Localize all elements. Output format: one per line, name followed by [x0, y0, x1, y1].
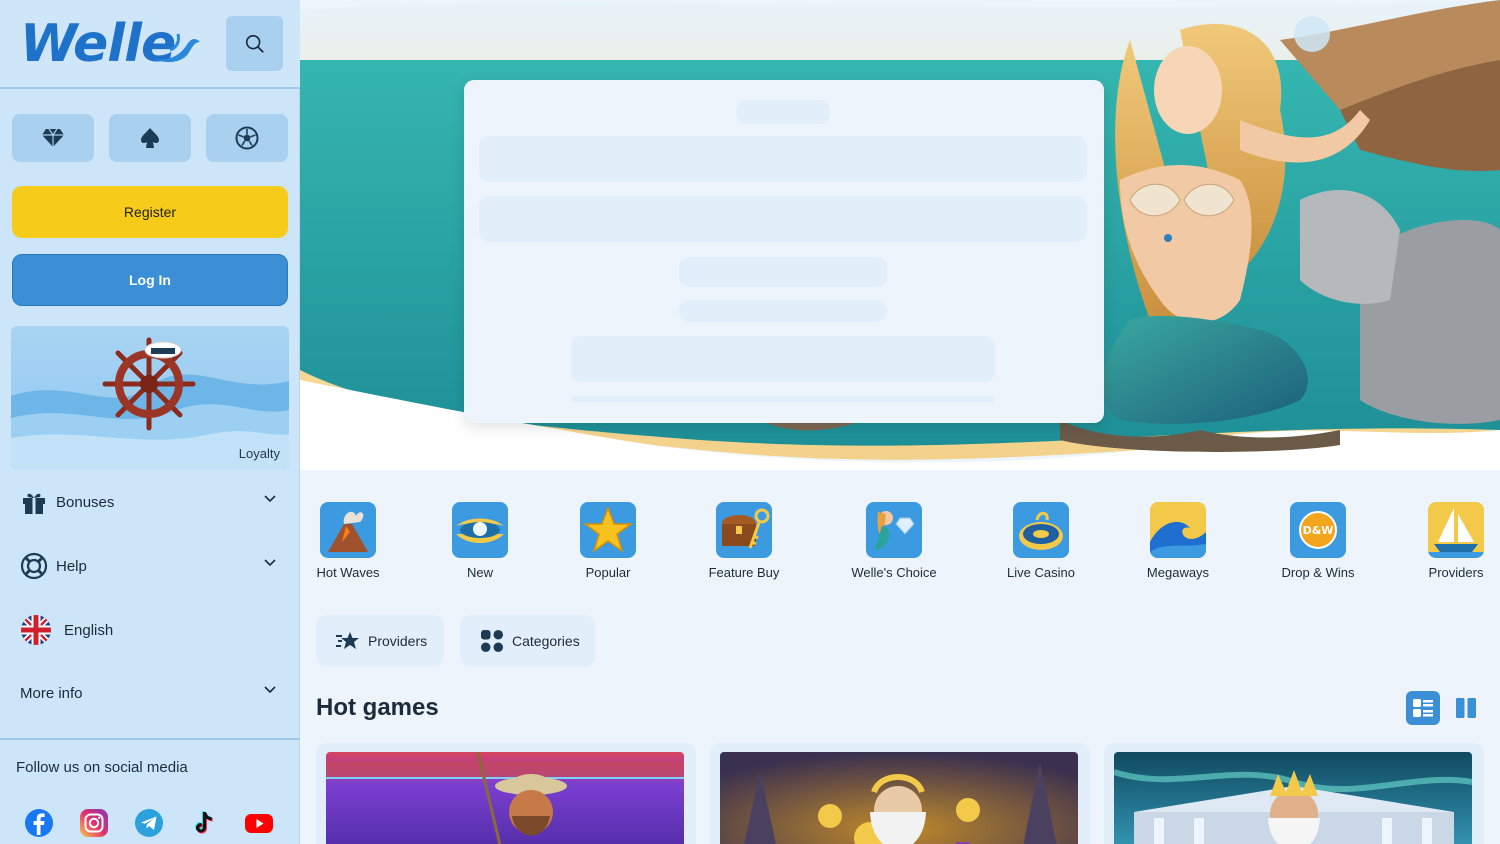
section-title: Hot games	[316, 694, 439, 721]
instagram-icon[interactable]	[79, 808, 109, 838]
skeleton-bar	[571, 336, 995, 382]
dw-badge-icon: D&W	[1290, 502, 1346, 558]
treasure-chest-icon	[716, 502, 772, 558]
mermaid-icon	[866, 502, 922, 558]
logo-wave-icon	[152, 33, 200, 63]
grid-view-toggle[interactable]	[1449, 691, 1483, 725]
category-hot-waves[interactable]: Hot Waves	[300, 502, 408, 580]
skeleton-bar	[736, 100, 830, 124]
logo-bar: Welle	[0, 0, 300, 89]
game-thumbnail	[1114, 752, 1472, 844]
loyalty-banner[interactable]: Loyalty	[11, 326, 289, 470]
menu-language-label: English	[64, 621, 114, 639]
search-icon	[245, 34, 264, 53]
facebook-icon[interactable]	[24, 808, 54, 838]
category-label: Megaways	[1146, 565, 1210, 580]
register-button[interactable]: Register	[12, 186, 288, 238]
menu-help-label: Help	[56, 557, 87, 575]
category-drop-wins[interactable]: D&W Drop & Wins	[1258, 502, 1378, 580]
categories-filter-button[interactable]: Categories	[460, 615, 595, 667]
category-megaways[interactable]: Megaways	[1118, 502, 1238, 580]
youtube-icon[interactable]	[244, 808, 274, 838]
search-button[interactable]	[226, 16, 283, 71]
category-popular[interactable]: Popular	[548, 502, 668, 580]
telegram-icon[interactable]	[134, 808, 164, 838]
skeleton-bar	[479, 196, 1087, 242]
game-card[interactable]	[710, 743, 1090, 844]
category-new[interactable]: New	[420, 502, 540, 580]
sailboat-icon	[1428, 502, 1484, 558]
menu-more-info-label: More info	[20, 684, 83, 702]
category-live-casino[interactable]: Live Casino	[981, 502, 1101, 580]
menu-language[interactable]: English	[0, 605, 300, 655]
roulette-icon	[1013, 502, 1069, 558]
category-label: New	[466, 565, 493, 580]
category-label: Feature Buy	[708, 565, 780, 580]
skeleton-bar	[571, 396, 995, 402]
tiktok-icon[interactable]	[189, 808, 219, 838]
category-label: Providers	[1428, 565, 1484, 580]
category-providers[interactable]: Providers	[1396, 502, 1500, 580]
category-feature-buy[interactable]: Feature Buy	[684, 502, 804, 580]
gift-icon	[20, 488, 48, 516]
star-list-icon	[336, 632, 359, 649]
menu-bonuses[interactable]: Bonuses	[0, 477, 300, 527]
uk-flag-icon	[20, 614, 52, 646]
soccer-ball-icon	[235, 126, 259, 150]
category-label: Drop & Wins	[1281, 565, 1355, 580]
main-content: Hot Waves New Popular Feature Buy Welle'…	[300, 0, 1500, 844]
providers-filter-label: Providers	[368, 633, 428, 649]
skeleton-bar	[479, 136, 1087, 182]
skeleton-bar	[679, 257, 887, 287]
login-button[interactable]: Log In	[12, 254, 288, 306]
skeleton-bar	[679, 300, 887, 322]
hero-loading-card	[464, 80, 1104, 423]
lifebuoy-icon	[20, 552, 48, 580]
category-label: Welle's Choice	[851, 565, 937, 580]
casino-tab-button[interactable]	[12, 114, 94, 162]
chevron-down-icon	[264, 559, 276, 567]
list-view-toggle[interactable]	[1406, 691, 1440, 725]
loyalty-label: Loyalty	[238, 446, 280, 461]
diamond-icon	[42, 128, 64, 147]
game-card[interactable]	[316, 743, 696, 844]
spade-icon	[141, 128, 159, 148]
grid-icon	[481, 630, 503, 652]
game-card[interactable]	[1104, 743, 1484, 844]
columns-view-icon	[1456, 698, 1476, 718]
category-label: Hot Waves	[316, 565, 380, 580]
menu-help[interactable]: Help	[0, 541, 300, 591]
game-thumbnail	[326, 752, 684, 844]
hero-banner[interactable]	[300, 0, 1500, 470]
wave-icon	[1150, 502, 1206, 558]
social-divider	[0, 738, 300, 740]
social-title: Follow us on social media	[16, 759, 188, 776]
chevron-down-icon	[264, 495, 276, 503]
star-icon	[580, 502, 636, 558]
menu-more-info[interactable]: More info	[0, 668, 300, 718]
category-label: Popular	[585, 565, 631, 580]
sports-tab-button[interactable]	[206, 114, 288, 162]
game-thumbnail	[720, 752, 1078, 844]
category-label: Live Casino	[1007, 565, 1075, 580]
volcano-icon	[320, 502, 376, 558]
menu-bonuses-label: Bonuses	[56, 493, 115, 511]
categories-filter-label: Categories	[512, 633, 580, 649]
providers-filter-button[interactable]: Providers	[316, 615, 444, 667]
sidebar: Welle Register Log In Loyalty Bonuses He…	[0, 0, 300, 844]
list-view-icon	[1413, 699, 1433, 717]
cards-tab-button[interactable]	[109, 114, 191, 162]
pearl-icon	[452, 502, 508, 558]
category-welles-choice[interactable]: Welle's Choice	[834, 502, 954, 580]
svg-text:D&W: D&W	[1303, 524, 1334, 537]
chevron-down-icon	[264, 686, 276, 694]
